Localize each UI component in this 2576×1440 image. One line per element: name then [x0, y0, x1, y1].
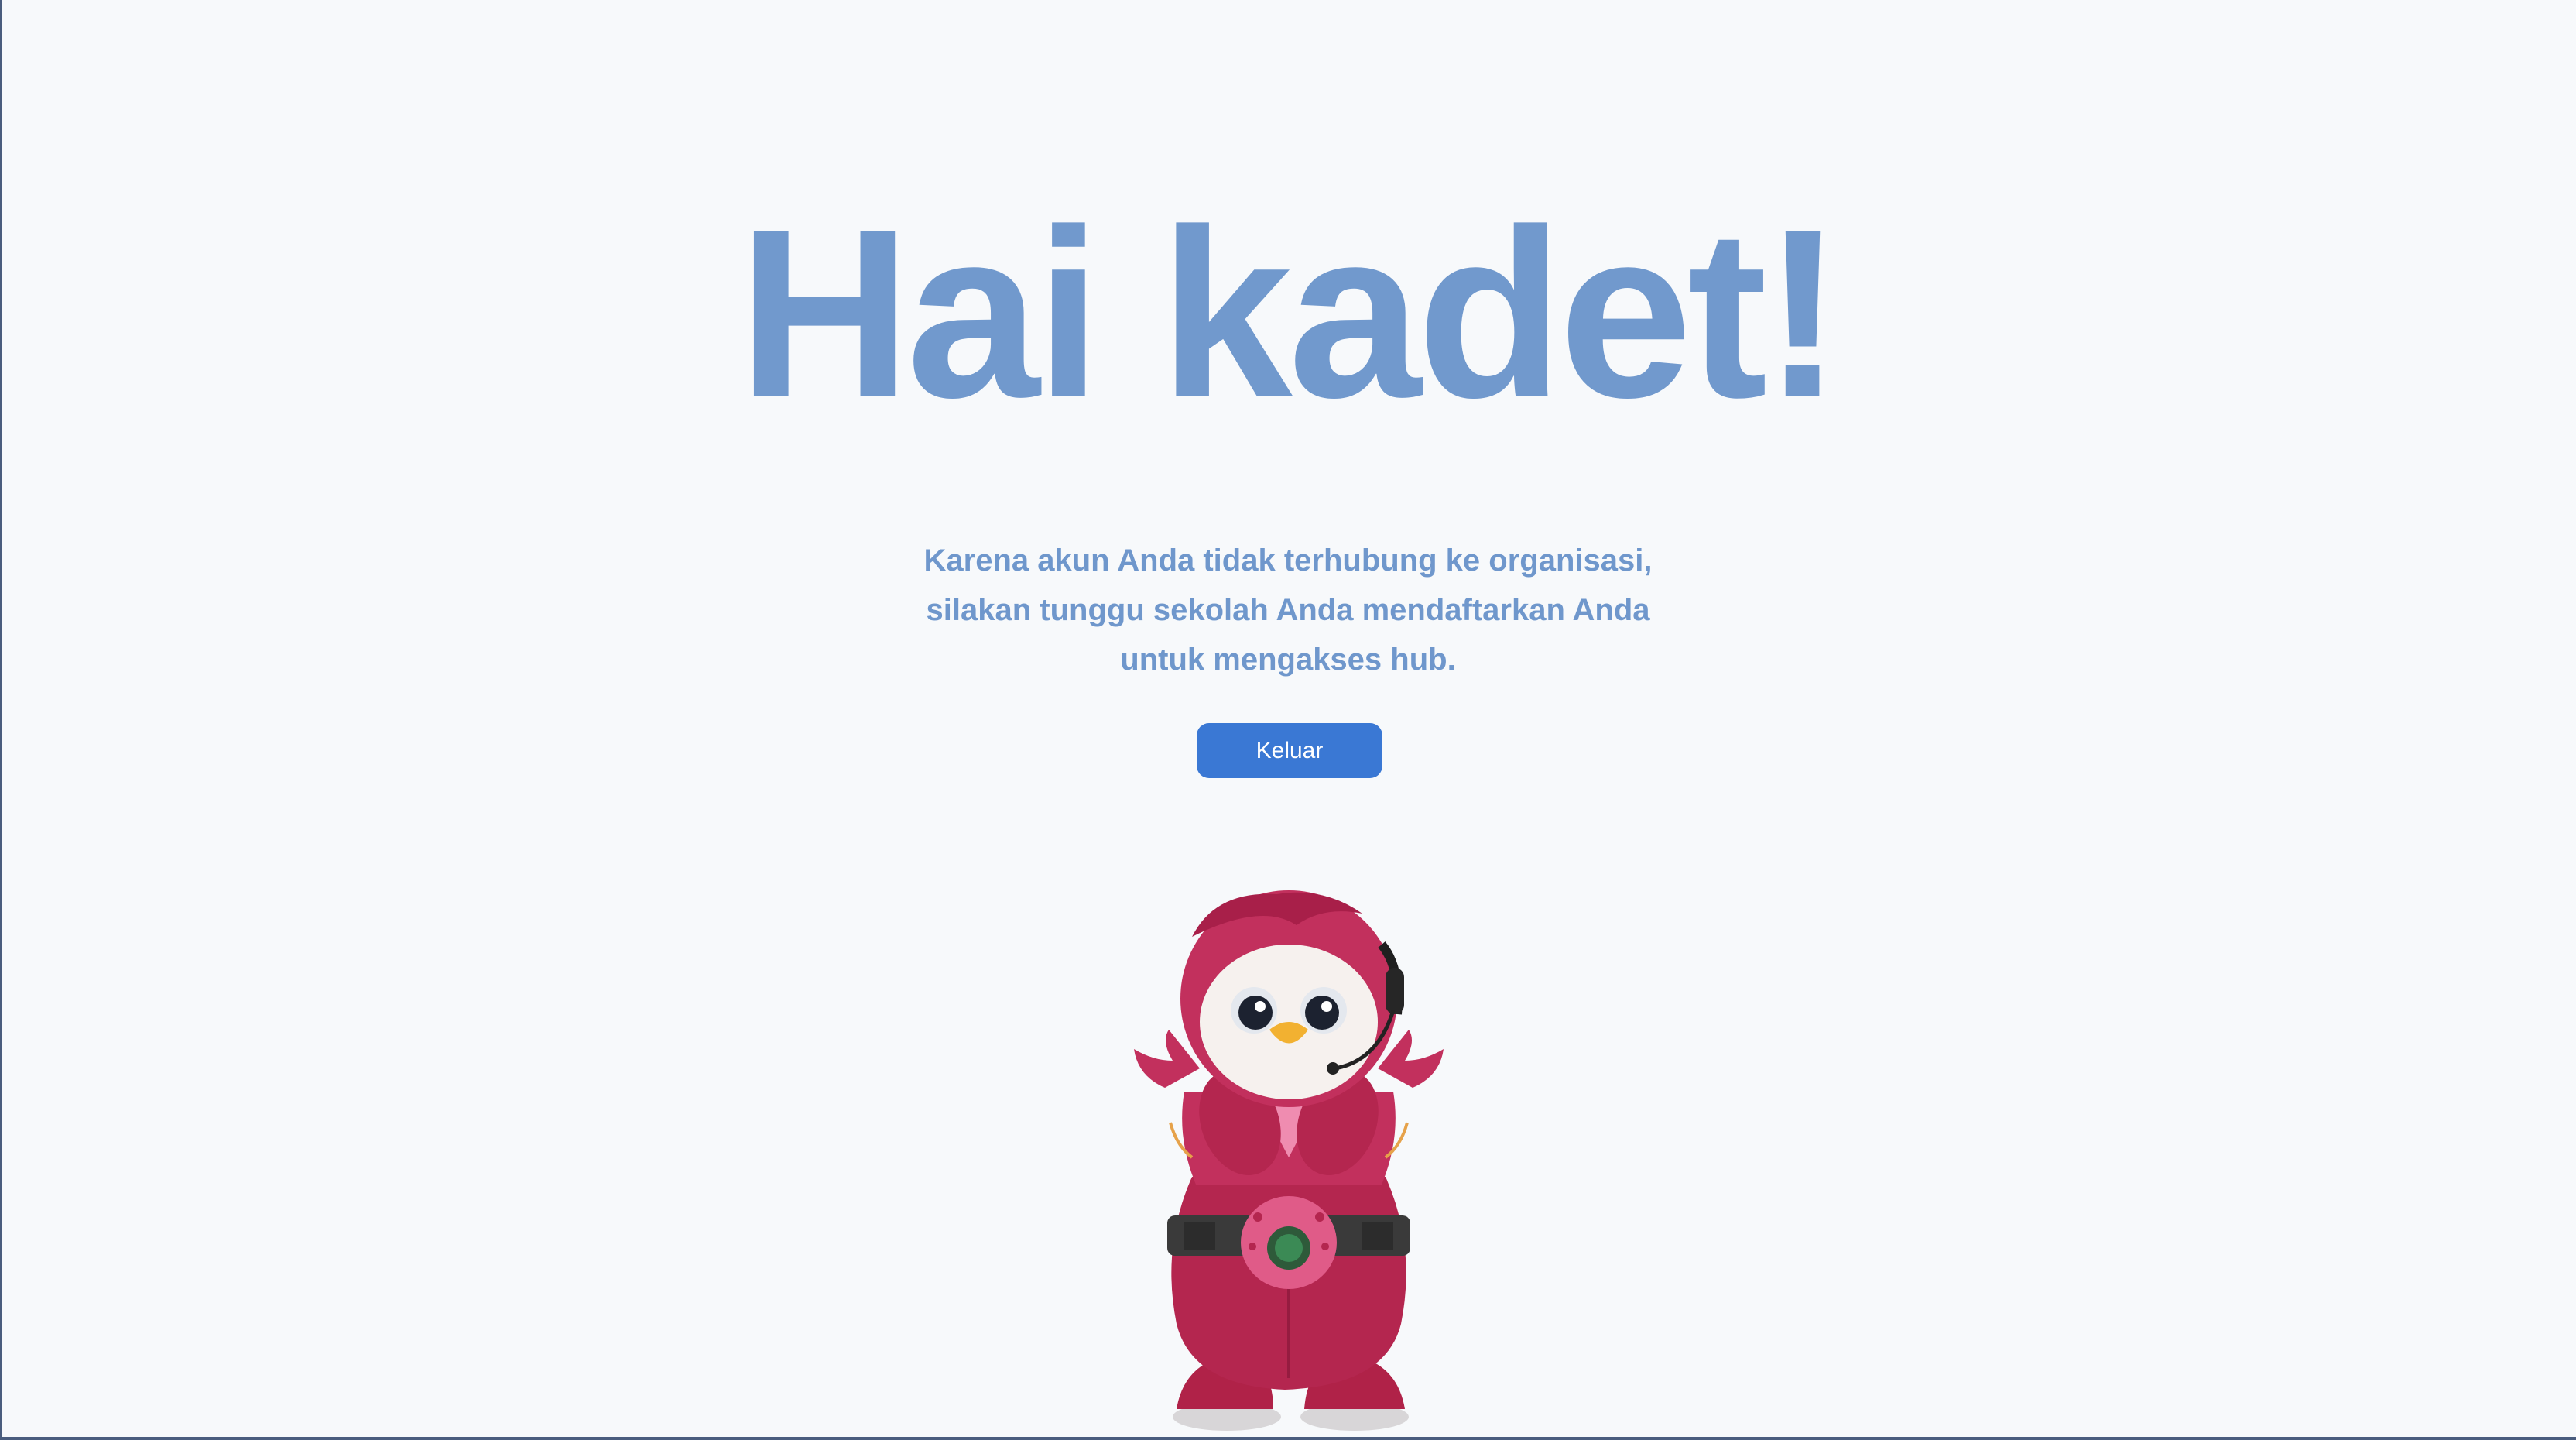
message-line: untuk mengakses hub. — [1120, 643, 1456, 677]
message-line: silakan tunggu sekolah Anda mendaftarkan… — [926, 593, 1650, 627]
penguin-mascot-illustration — [1134, 890, 1444, 1431]
page-title: Hai kadet! — [738, 179, 1843, 447]
window-bottom-border — [0, 1437, 2576, 1440]
message-line: Karena akun Anda tidak terhubung ke orga… — [923, 543, 1653, 578]
logout-button[interactable]: Keluar — [1197, 723, 1382, 778]
org-notice-message: Karena akun Anda tidak terhubung ke orga… — [824, 536, 1752, 684]
